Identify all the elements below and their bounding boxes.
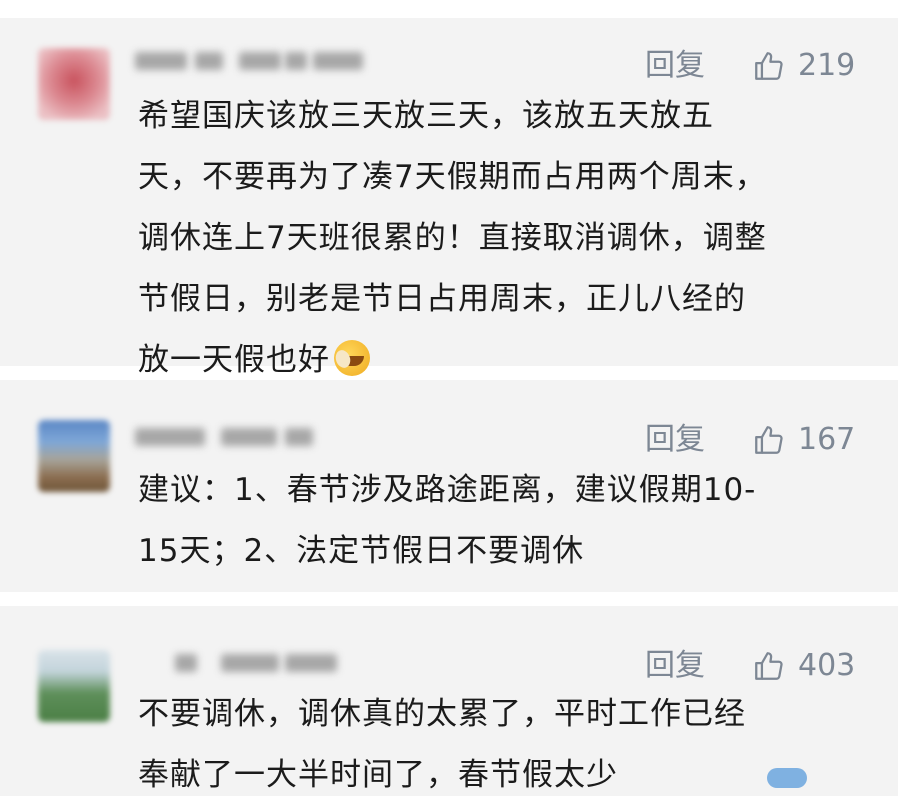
reply-button[interactable]: 回复 bbox=[645, 646, 705, 686]
crying-laughing-emoji bbox=[334, 340, 370, 376]
comment-card: 回复 403 不要调休，调休真的太累了，平时工作已经 奉献了一大半时间了，春节假… bbox=[0, 606, 898, 796]
comment-text: 不要调休，调休真的太累了，平时工作已经 奉献了一大半时间了，春节假太少 bbox=[138, 684, 873, 806]
comment-card: 回复 167 建议：1、春节涉及路途距离，建议假期10- 15天；2、法定节假日… bbox=[0, 380, 898, 592]
thumbs-up-icon bbox=[755, 426, 783, 454]
comment-line: 奉献了一大半时间了，春节假太少 bbox=[138, 757, 618, 793]
comment-text: 希望国庆该放三天放三天，该放五天放五 天，不要再为了凑7天假期而占用两个周末， … bbox=[138, 86, 873, 391]
like-count: 403 bbox=[798, 648, 856, 683]
avatar[interactable] bbox=[38, 48, 110, 120]
like-button[interactable]: 403 bbox=[752, 646, 855, 686]
like-count: 167 bbox=[798, 422, 856, 457]
reply-button[interactable]: 回复 bbox=[645, 46, 705, 86]
comment-card: 回复 219 希望国庆该放三天放三天，该放五天放五 天，不要再为了凑7天假期而占… bbox=[0, 18, 898, 378]
comment-line: 调休连上7天班很累的！直接取消调休，调整 bbox=[138, 220, 767, 256]
username-blurred[interactable] bbox=[135, 646, 395, 686]
watermark bbox=[767, 764, 903, 792]
like-count: 219 bbox=[798, 48, 856, 83]
avatar[interactable] bbox=[38, 650, 110, 722]
comment-line: 建议：1、春节涉及路途距离，建议假期10- bbox=[138, 472, 757, 508]
comment-text: 建议：1、春节涉及路途距离，建议假期10- 15天；2、法定节假日不要调休 bbox=[138, 460, 873, 582]
thumbs-up-icon bbox=[755, 652, 783, 680]
watermark-logo bbox=[767, 768, 807, 788]
reply-button[interactable]: 回复 bbox=[645, 420, 705, 460]
username-blurred[interactable] bbox=[135, 44, 395, 84]
comment-line: 不要调休，调休真的太累了，平时工作已经 bbox=[138, 696, 746, 732]
thumbs-up-icon bbox=[755, 52, 783, 80]
comment-line: 15天；2、法定节假日不要调休 bbox=[138, 533, 585, 569]
like-button[interactable]: 167 bbox=[752, 420, 855, 460]
like-button[interactable]: 219 bbox=[752, 46, 855, 86]
username-blurred[interactable] bbox=[135, 420, 395, 460]
comment-line: 希望国庆该放三天放三天，该放五天放五 bbox=[138, 98, 714, 134]
avatar[interactable] bbox=[38, 420, 110, 492]
comment-line: 天，不要再为了凑7天假期而占用两个周末， bbox=[138, 159, 767, 195]
comment-line: 节假日，别老是节日占用周末，正儿八经的 bbox=[138, 281, 746, 317]
